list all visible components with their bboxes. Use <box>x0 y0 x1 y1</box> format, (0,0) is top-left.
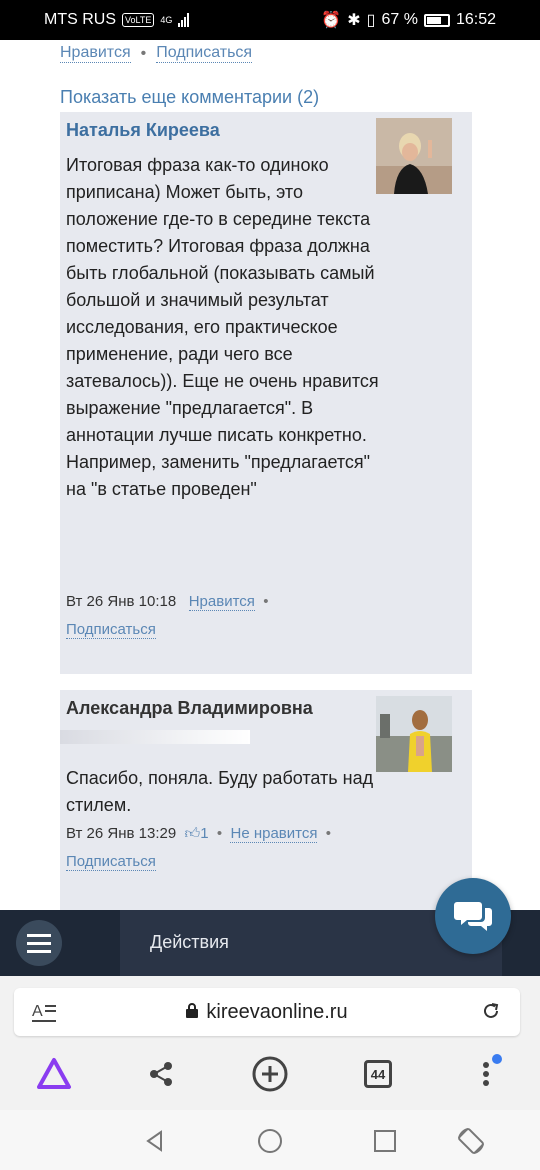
like-count: 1 <box>200 825 209 842</box>
bluetooth-icon: ✱ <box>347 12 361 29</box>
back-icon[interactable] <box>140 1126 170 1156</box>
notification-dot-icon <box>492 1054 502 1064</box>
address-bar[interactable]: A kireevaonline.ru <box>14 988 520 1036</box>
lock-icon <box>186 1001 199 1024</box>
dislike-link[interactable]: Не нравится <box>230 825 318 843</box>
more-menu-icon[interactable] <box>466 1054 506 1094</box>
comment-text: Итоговая фраза как-то одиноко приписана)… <box>66 155 379 499</box>
recents-icon[interactable] <box>370 1126 400 1156</box>
thumbs-up-icon[interactable]: 👍︎ <box>180 825 201 842</box>
show-more-comments-link[interactable]: Показать еще комментарии (2) <box>60 87 319 108</box>
vibrate-icon: ▯ <box>366 12 376 29</box>
masked-user-info <box>60 730 250 744</box>
browser-toolbar: 44 <box>0 1040 540 1110</box>
battery-icon <box>423 13 450 27</box>
subscribe-link[interactable]: Подписаться <box>156 44 253 63</box>
tabs-button[interactable]: 44 <box>358 1054 398 1094</box>
reader-mode-icon[interactable]: A <box>32 1000 58 1030</box>
tabs-count: 44 <box>364 1060 392 1088</box>
status-bar: MTS RUS VoLTE 4G ⏰ ✱ ▯ 67 % 16:52 <box>0 0 540 40</box>
new-tab-icon[interactable] <box>250 1054 290 1094</box>
reload-icon[interactable] <box>480 1000 502 1028</box>
clock: 16:52 <box>455 11 496 28</box>
comments-area: Нравится • Подписаться Показать еще комм… <box>0 40 540 910</box>
like-link[interactable]: Нравится <box>60 44 131 63</box>
prev-comment-actions: Нравится • Подписаться <box>60 44 253 63</box>
separator-dot: • <box>321 825 332 842</box>
comment-date: Вт 26 Янв 10:18 <box>66 593 177 610</box>
comment-meta: Вт 26 Янв 10:18 Нравится • Подписаться <box>66 588 269 644</box>
subscribe-link[interactable]: Подписаться <box>66 621 156 639</box>
menu-icon[interactable] <box>16 920 62 966</box>
browser-address-area: A kireevaonline.ru <box>0 976 540 1040</box>
chat-icon[interactable] <box>435 878 511 954</box>
separator-dot: • <box>212 825 227 842</box>
carrier-name: MTS RUS <box>44 11 116 28</box>
volte-badge: VoLTE <box>122 13 155 27</box>
home-icon[interactable] <box>255 1126 285 1156</box>
share-icon[interactable] <box>141 1054 181 1094</box>
avatar[interactable] <box>376 696 452 772</box>
avatar[interactable] <box>376 118 452 194</box>
comment-text: Спасибо, поняла. Буду работать над стиле… <box>66 768 374 815</box>
rotate-screen-icon[interactable] <box>456 1126 486 1156</box>
subscribe-link[interactable]: Подписаться <box>66 853 156 871</box>
signal-icon <box>178 13 190 27</box>
system-nav-bar <box>0 1110 540 1170</box>
actions-label: Действия <box>150 932 229 952</box>
comment-card: Наталья Киреева Итоговая фраза как-то од… <box>60 112 472 674</box>
battery-percent: 67 % <box>381 11 418 28</box>
network-type: 4G <box>160 15 173 25</box>
separator-dot: • <box>259 593 269 610</box>
url-text: kireevaonline.ru <box>206 1000 348 1023</box>
alice-assistant-icon[interactable] <box>34 1054 74 1094</box>
comment-meta: Вт 26 Янв 13:29 👍︎1 • Не нравится • Подп… <box>66 820 331 876</box>
comment-card: Александра Владимировна Спасибо, поняла.… <box>60 690 472 910</box>
separator-dot: • <box>140 44 147 62</box>
alarm-icon: ⏰ <box>321 12 342 29</box>
like-link[interactable]: Нравится <box>188 593 255 611</box>
svg-text:A: A <box>32 1003 43 1020</box>
comment-date: Вт 26 Янв 13:29 <box>66 825 177 842</box>
